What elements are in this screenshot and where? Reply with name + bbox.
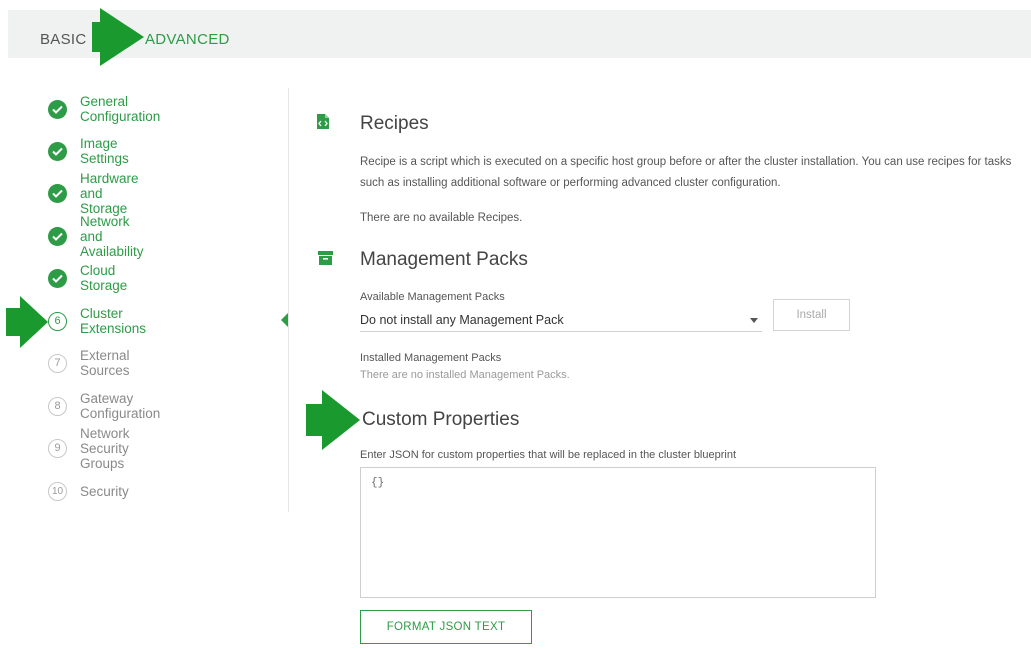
management-packs-title: Management Packs <box>360 249 528 270</box>
step-cluster-extensions[interactable]: 6 Cluster Extensions <box>48 306 146 336</box>
management-pack-selected: Do not install any Management Pack <box>360 312 564 327</box>
step-label: Security <box>80 483 129 499</box>
step-hardware-and-storage[interactable]: Hardware and Storage <box>48 171 139 216</box>
installed-mpacks-label: Installed Management Packs <box>360 352 502 364</box>
step-label: General Configuration <box>80 94 161 124</box>
step-label: Network Security Groups <box>80 425 130 471</box>
management-pack-select[interactable]: Do not install any Management Pack <box>360 308 762 332</box>
arrow-annotation-icon <box>92 8 144 66</box>
step-network-security-groups[interactable]: 9 Network Security Groups <box>48 426 130 471</box>
step-gateway-configuration[interactable]: 8 Gateway Configuration <box>48 391 160 421</box>
step-image-settings[interactable]: Image Settings <box>48 136 129 166</box>
step-number: 10 <box>48 481 67 501</box>
step-cloud-storage[interactable]: Cloud Storage <box>48 263 127 293</box>
step-label: External Sources <box>80 348 130 378</box>
step-number: 8 <box>48 396 67 416</box>
step-label: Gateway Configuration <box>80 391 161 421</box>
recipes-empty-text: There are no available Recipes. <box>360 212 523 224</box>
step-label: Network and Availability <box>80 213 144 259</box>
step-label: Cluster Extensions <box>80 306 147 336</box>
arrow-annotation-icon <box>306 390 360 450</box>
check-circle-icon <box>48 226 67 246</box>
custom-properties-textarea[interactable]: {} <box>360 467 876 598</box>
step-label: Image Settings <box>80 136 129 166</box>
check-circle-icon <box>48 99 67 119</box>
step-label: Cloud Storage <box>80 263 128 293</box>
format-json-button[interactable]: FORMAT JSON TEXT <box>360 610 532 644</box>
arrow-annotation-icon <box>6 296 48 348</box>
recipes-title: Recipes <box>360 113 429 134</box>
active-step-indicator-icon <box>281 313 288 327</box>
check-circle-icon <box>48 183 67 203</box>
recipes-description: Recipe is a script which is executed on … <box>360 156 1012 189</box>
step-network-and-availability[interactable]: Network and Availability <box>48 214 144 259</box>
file-code-icon <box>316 113 330 135</box>
chevron-down-icon <box>750 318 758 323</box>
available-mpacks-label: Available Management Packs <box>360 291 505 303</box>
custom-properties-title: Custom Properties <box>362 409 520 430</box>
install-button[interactable]: Install <box>773 299 850 331</box>
step-security[interactable]: 10 Security <box>48 480 129 502</box>
sidebar-divider <box>288 88 289 512</box>
installed-mpacks-empty: There are no installed Management Packs. <box>360 369 570 381</box>
step-number: 9 <box>48 438 67 458</box>
archive-icon <box>318 251 333 270</box>
step-label: Hardware and Storage <box>80 170 139 216</box>
step-general-configuration[interactable]: General Configuration <box>48 94 160 124</box>
step-external-sources[interactable]: 7 External Sources <box>48 348 130 378</box>
custom-properties-hint: Enter JSON for custom properties that wi… <box>360 449 737 461</box>
check-circle-icon <box>48 141 67 161</box>
tab-advanced[interactable]: ADVANCED <box>145 31 230 48</box>
step-number: 6 <box>48 311 67 331</box>
tab-basic[interactable]: BASIC <box>40 31 87 48</box>
check-circle-icon <box>48 268 67 288</box>
step-number: 7 <box>48 353 67 373</box>
